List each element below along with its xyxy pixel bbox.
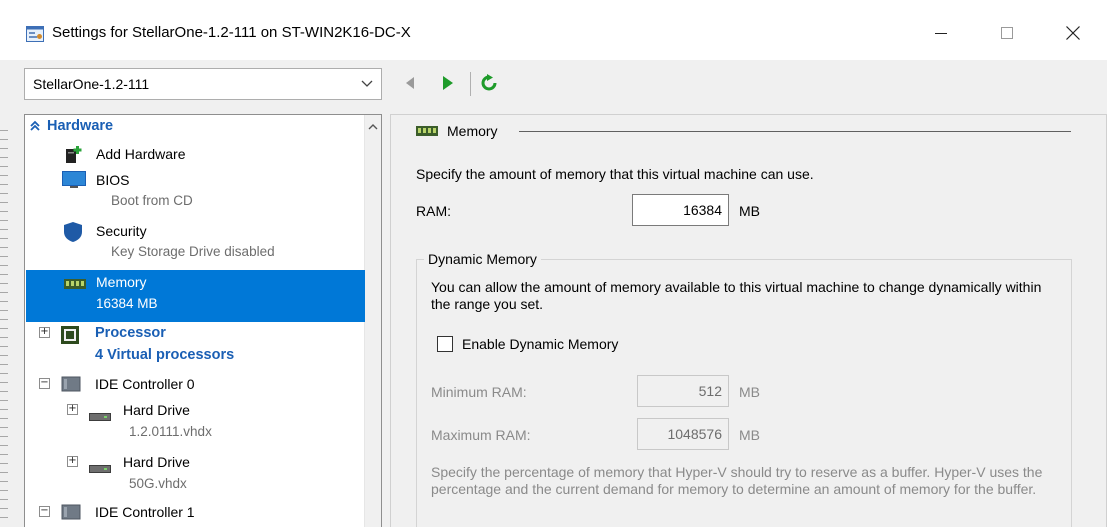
collapse-icon[interactable]: −	[39, 506, 50, 517]
settings-tree: Hardware Add Hardware BIOS Boot from CD …	[24, 114, 382, 527]
tree-category-hardware[interactable]: Hardware	[47, 118, 113, 134]
minimum-ram-unit: MB	[739, 384, 760, 400]
expand-icon[interactable]: +	[39, 327, 50, 338]
tree-item-sublabel: 4 Virtual processors	[95, 347, 235, 363]
forward-arrow-icon[interactable]	[442, 75, 454, 94]
tree-item-label: Hard Drive	[123, 454, 190, 470]
tree-item-sublabel: Key Storage Drive disabled	[111, 244, 275, 259]
enable-dynamic-memory-label[interactable]: Enable Dynamic Memory	[462, 336, 618, 352]
tree-item-label: Processor	[95, 325, 166, 341]
window-title: Settings for StellarOne-1.2-111 on ST-WI…	[52, 24, 411, 41]
section-title: Memory	[447, 123, 498, 139]
tree-item-add-hardware[interactable]: Add Hardware	[35, 143, 355, 167]
minimize-button[interactable]	[918, 14, 964, 54]
maximum-ram-unit: MB	[739, 427, 760, 443]
tree-item-sublabel: 1.2.0111.vhdx	[129, 424, 212, 439]
tree-item-processor[interactable]: + Processor 4 Virtual processors	[25, 323, 365, 371]
memory-chip-icon	[416, 124, 438, 139]
enable-dynamic-memory-checkbox[interactable]	[437, 336, 453, 352]
tree-item-security[interactable]: Security Key Storage Drive disabled	[35, 219, 355, 267]
tree-item-label: Security	[96, 223, 147, 239]
background-dotted-edge	[0, 130, 8, 520]
tree-item-label: Memory	[96, 274, 147, 290]
dynamic-memory-legend: Dynamic Memory	[424, 251, 541, 267]
maximize-button[interactable]	[984, 14, 1030, 54]
memory-chip-icon	[64, 277, 86, 292]
vm-selector-dropdown[interactable]: StellarOne-1.2-111	[24, 68, 382, 100]
minimum-ram-input[interactable]	[637, 375, 729, 407]
tree-item-ide-controller-0[interactable]: − IDE Controller 0	[25, 373, 365, 397]
tree-scrollbar[interactable]	[364, 115, 381, 527]
add-hardware-icon	[65, 146, 83, 167]
ide-controller-icon	[61, 376, 81, 395]
minimum-ram-label: Minimum RAM:	[431, 384, 527, 400]
expand-icon[interactable]: +	[67, 404, 78, 415]
processor-icon	[60, 325, 80, 348]
collapse-icon[interactable]	[29, 120, 41, 135]
ram-label: RAM:	[416, 203, 451, 219]
ram-input[interactable]	[632, 194, 729, 226]
tree-item-label: BIOS	[96, 172, 130, 188]
tree-item-hard-drive-2[interactable]: + Hard Drive 50G.vhdx	[25, 451, 365, 499]
tree-item-label: Add Hardware	[96, 146, 186, 162]
maximize-icon	[1001, 26, 1013, 42]
memory-description: Specify the amount of memory that this v…	[416, 166, 814, 182]
chevron-up-icon[interactable]	[368, 119, 378, 134]
settings-window-icon	[26, 26, 44, 42]
dynamic-memory-description: You can allow the amount of memory avail…	[431, 279, 1042, 312]
minimize-icon	[935, 27, 947, 42]
monitor-icon	[62, 171, 86, 192]
tree-item-sublabel: 50G.vhdx	[129, 476, 187, 491]
maximum-ram-label: Maximum RAM:	[431, 427, 531, 443]
tree-item-ide-controller-1[interactable]: − IDE Controller 1	[25, 501, 365, 525]
tree-item-hard-drive-1[interactable]: + Hard Drive 1.2.0111.vhdx	[25, 399, 365, 447]
collapse-icon[interactable]: −	[39, 378, 50, 389]
refresh-icon[interactable]	[480, 74, 498, 95]
tree-item-label: IDE Controller 0	[95, 376, 195, 392]
shield-icon	[63, 221, 83, 246]
hard-drive-icon	[89, 409, 111, 424]
tree-item-memory[interactable]: Memory 16384 MB	[26, 270, 365, 322]
expand-icon[interactable]: +	[67, 456, 78, 467]
memory-buffer-description: Specify the percentage of memory that Hy…	[431, 464, 1043, 497]
ram-unit: MB	[739, 203, 760, 219]
tree-item-sublabel: Boot from CD	[111, 193, 193, 208]
back-arrow-icon[interactable]	[404, 76, 416, 93]
tree-item-label: Hard Drive	[123, 402, 190, 418]
toolbar-separator	[470, 72, 471, 96]
hard-drive-icon	[89, 461, 111, 476]
close-button[interactable]	[1050, 14, 1096, 54]
vm-selector-value: StellarOne-1.2-111	[33, 76, 150, 92]
tree-item-label: IDE Controller 1	[95, 504, 195, 520]
maximum-ram-input[interactable]	[637, 418, 729, 450]
ide-controller-icon	[61, 504, 81, 523]
tree-item-bios[interactable]: BIOS Boot from CD	[35, 167, 355, 215]
tree-item-sublabel: 16384 MB	[96, 296, 158, 311]
close-icon	[1066, 25, 1080, 43]
title-bar: Settings for StellarOne-1.2-111 on ST-WI…	[0, 0, 1107, 60]
chevron-down-icon	[361, 77, 373, 92]
section-divider	[519, 131, 1071, 132]
